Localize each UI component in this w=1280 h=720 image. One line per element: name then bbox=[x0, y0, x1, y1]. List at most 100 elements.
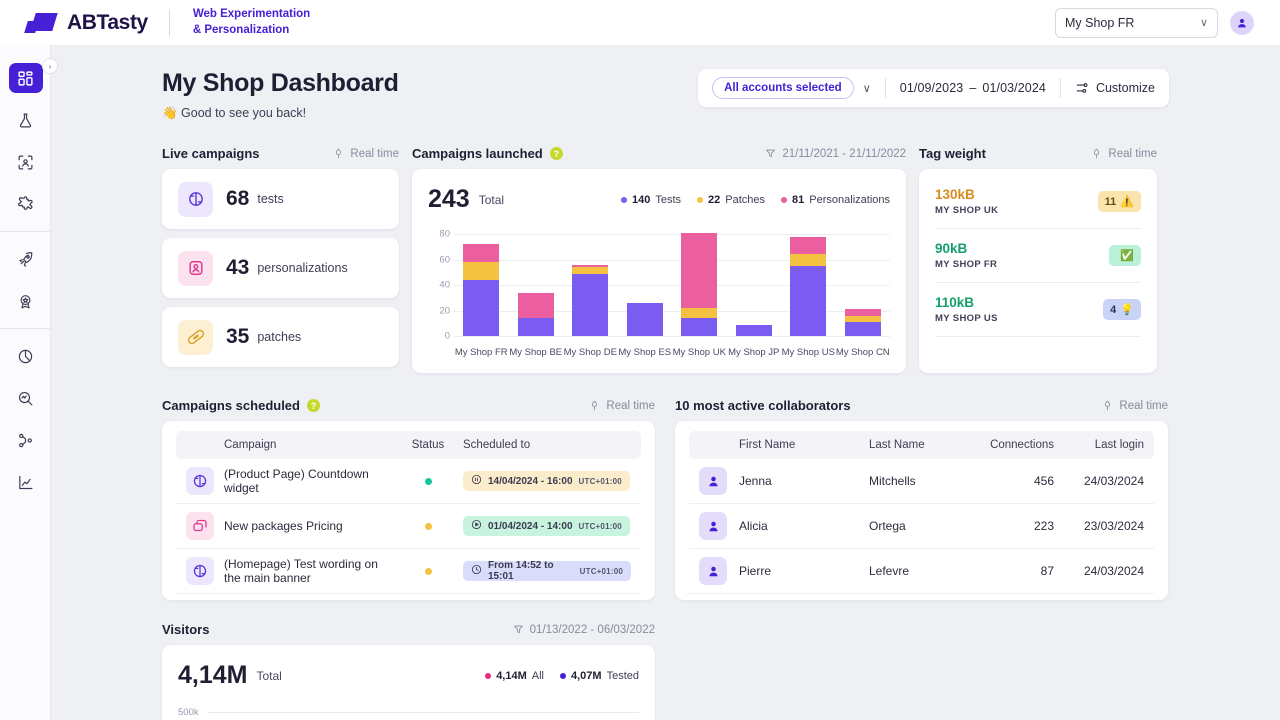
accounts-filter-pill[interactable]: All accounts selected bbox=[712, 77, 854, 99]
chart-legend: 140 Tests 22 Patches 81 Personalizations bbox=[621, 194, 890, 206]
stat-card-tests[interactable]: 68 tests bbox=[162, 169, 399, 229]
visitors-title: Visitors bbox=[162, 622, 209, 637]
schedule-badge[interactable]: From 14:52 to 15:01UTC+01:00 bbox=[463, 561, 631, 581]
schedule-badge-text: 01/04/2024 - 14:00 bbox=[488, 521, 573, 532]
schedule-badge[interactable]: 14/04/2024 - 16:00UTC+01:00 bbox=[463, 471, 630, 491]
sidebar-divider bbox=[0, 231, 51, 232]
bar-column[interactable] bbox=[672, 234, 727, 336]
tag-weight-row[interactable]: 110kBMY SHOP US4💡 bbox=[935, 283, 1141, 337]
sidebar-item-flows[interactable] bbox=[0, 419, 51, 461]
tag-weight-meta: Real time bbox=[1091, 148, 1157, 160]
bar-segment-tests bbox=[790, 266, 826, 336]
column-header-connections: Connections bbox=[954, 439, 1054, 451]
ab-test-icon bbox=[178, 182, 213, 217]
campaigns-launched-meta: 21/11/2021 - 21/11/2022 bbox=[765, 148, 906, 160]
tag-weight-row[interactable]: 90kBMY SHOP FR✅ bbox=[935, 229, 1141, 283]
sidebar-item-integrations[interactable] bbox=[0, 183, 51, 225]
campaigns-scheduled-table: Campaign Status Scheduled to (Product Pa… bbox=[162, 421, 655, 600]
table-row[interactable]: (Product Page) Countdown widget14/04/202… bbox=[176, 459, 641, 504]
bar-segment-tests bbox=[627, 303, 663, 336]
tag-weight-badge[interactable]: 4💡 bbox=[1103, 299, 1141, 320]
legend-item-tests[interactable]: 140 Tests bbox=[621, 194, 681, 206]
legend-dot-icon bbox=[621, 197, 627, 203]
collaborators-table: First Name Last Name Connections Last lo… bbox=[675, 421, 1168, 600]
user-avatar-button[interactable] bbox=[1230, 11, 1254, 35]
sidebar-item-insights[interactable] bbox=[0, 377, 51, 419]
bar-column[interactable] bbox=[454, 234, 509, 336]
table-row[interactable]: JennaMitchells45624/03/2024 bbox=[689, 459, 1154, 504]
accounts-chevron-down-icon[interactable]: ∨ bbox=[863, 82, 871, 95]
bar-column[interactable] bbox=[618, 234, 673, 336]
live-campaigns-title: Live campaigns bbox=[162, 146, 260, 161]
date-range-picker[interactable]: 01/09/2023–01/03/2024 bbox=[900, 81, 1046, 95]
bar-column[interactable] bbox=[836, 234, 891, 336]
table-row[interactable]: (Homepage) Test wording on the main bann… bbox=[176, 549, 641, 594]
tag-weight-badge[interactable]: ✅ bbox=[1109, 245, 1141, 266]
user-icon bbox=[706, 564, 721, 579]
stat-value: 68 bbox=[226, 187, 249, 211]
schedule-badge-utc: UTC+01:00 bbox=[579, 522, 622, 531]
sidebar-item-launch[interactable] bbox=[0, 238, 51, 280]
bar-column[interactable] bbox=[727, 234, 782, 336]
sidebar-item-experiments[interactable] bbox=[0, 99, 51, 141]
top-bar-right: My Shop FR ∨ bbox=[1055, 8, 1254, 38]
chart-y-tick: 20 bbox=[428, 305, 450, 316]
chart-y-tick: 40 bbox=[428, 280, 450, 291]
stat-label: tests bbox=[257, 192, 283, 206]
scheduled-to-cell: 14/04/2024 - 16:00UTC+01:00 bbox=[463, 471, 631, 491]
tag-weight-row[interactable]: 130kBMY SHOP UK 11⚠️ bbox=[935, 175, 1141, 229]
table-row[interactable]: AliciaOrtega22323/03/2024 bbox=[689, 504, 1154, 549]
first-name-cell: Jenna bbox=[739, 474, 869, 488]
legend-item-personalizations[interactable]: 81 Personalizations bbox=[781, 194, 890, 206]
sidebar-item-reports[interactable] bbox=[0, 335, 51, 377]
tag-weight-info: 130kBMY SHOP UK bbox=[935, 187, 998, 216]
account-select[interactable]: My Shop FR ∨ bbox=[1055, 8, 1218, 38]
bar-segment-personalizations bbox=[681, 233, 717, 308]
last-name-cell: Lefevre bbox=[869, 564, 954, 578]
legend-item-patches[interactable]: 22 Patches bbox=[697, 194, 765, 206]
bar-column[interactable] bbox=[509, 234, 564, 336]
legend-dot-icon bbox=[485, 673, 491, 679]
status-badge bbox=[425, 523, 432, 530]
bar-column[interactable] bbox=[781, 234, 836, 336]
campaigns-launched-help-icon[interactable]: ? bbox=[550, 147, 563, 160]
legend-item-tested[interactable]: 4,07M Tested bbox=[560, 670, 639, 682]
tag-weight-badge-icon: 💡 bbox=[1120, 303, 1134, 316]
legend-item-all[interactable]: 4,14M All bbox=[485, 670, 544, 682]
stat-card-patches[interactable]: 35 patches bbox=[162, 307, 399, 367]
schedule-badge[interactable]: 01/04/2024 - 14:00 UTC+01:00 bbox=[463, 516, 630, 536]
bar-segment-tests bbox=[463, 280, 499, 336]
legend-dot-icon bbox=[697, 197, 703, 203]
tag-weight-section: Tag weight Real time 130kBMY SHOP UK 11⚠️… bbox=[919, 146, 1157, 376]
tag-weight-shop: MY SHOP FR bbox=[935, 259, 997, 270]
tag-weight-title: Tag weight bbox=[919, 146, 986, 161]
table-row[interactable]: New packages Pricing01/04/2024 - 14:00UT… bbox=[176, 504, 641, 549]
date-range-start: 01/09/2023 bbox=[900, 81, 964, 95]
live-campaigns-section: Live campaigns Real time 68 tests bbox=[162, 146, 399, 376]
award-badge-icon bbox=[9, 286, 43, 316]
tag-weight-badge-count: 11 bbox=[1105, 196, 1117, 208]
connections-cell: 223 bbox=[954, 519, 1054, 533]
campaigns-scheduled-help-icon[interactable]: ? bbox=[307, 399, 320, 412]
customize-button[interactable]: Customize bbox=[1075, 81, 1155, 95]
sidebar-collapse-button[interactable]: › bbox=[42, 58, 58, 74]
page-header-text: My Shop Dashboard 👋 Good to see you back… bbox=[162, 69, 399, 121]
rocket-icon bbox=[9, 244, 43, 274]
chevron-down-icon: ∨ bbox=[1200, 16, 1208, 29]
campaigns-launched-bar-chart: 020406080 My Shop FRMy Shop BEMy Shop DE… bbox=[428, 228, 890, 358]
dashboard-row-1: Live campaigns Real time 68 tests bbox=[162, 146, 1169, 376]
first-name-cell: Pierre bbox=[739, 564, 869, 578]
bar-column[interactable] bbox=[563, 234, 618, 336]
user-icon bbox=[706, 474, 721, 489]
stat-card-personalizations[interactable]: 43 personalizations bbox=[162, 238, 399, 298]
avatar bbox=[699, 557, 727, 585]
tag-weight-badge[interactable]: 11⚠️ bbox=[1098, 191, 1141, 212]
table-row[interactable]: PierreLefevre8724/03/2024 bbox=[689, 549, 1154, 594]
brand-logo[interactable]: ABTasty Web Experimentation & Personaliz… bbox=[26, 7, 310, 38]
sidebar-item-analytics[interactable] bbox=[0, 461, 51, 503]
connections-cell: 456 bbox=[954, 474, 1054, 488]
logo-divider bbox=[169, 9, 170, 36]
campaigns-launched-card: 243 Total 140 Tests 22 Patches bbox=[412, 169, 906, 373]
sidebar-item-rewards[interactable] bbox=[0, 280, 51, 322]
sidebar-item-audiences[interactable] bbox=[0, 141, 51, 183]
